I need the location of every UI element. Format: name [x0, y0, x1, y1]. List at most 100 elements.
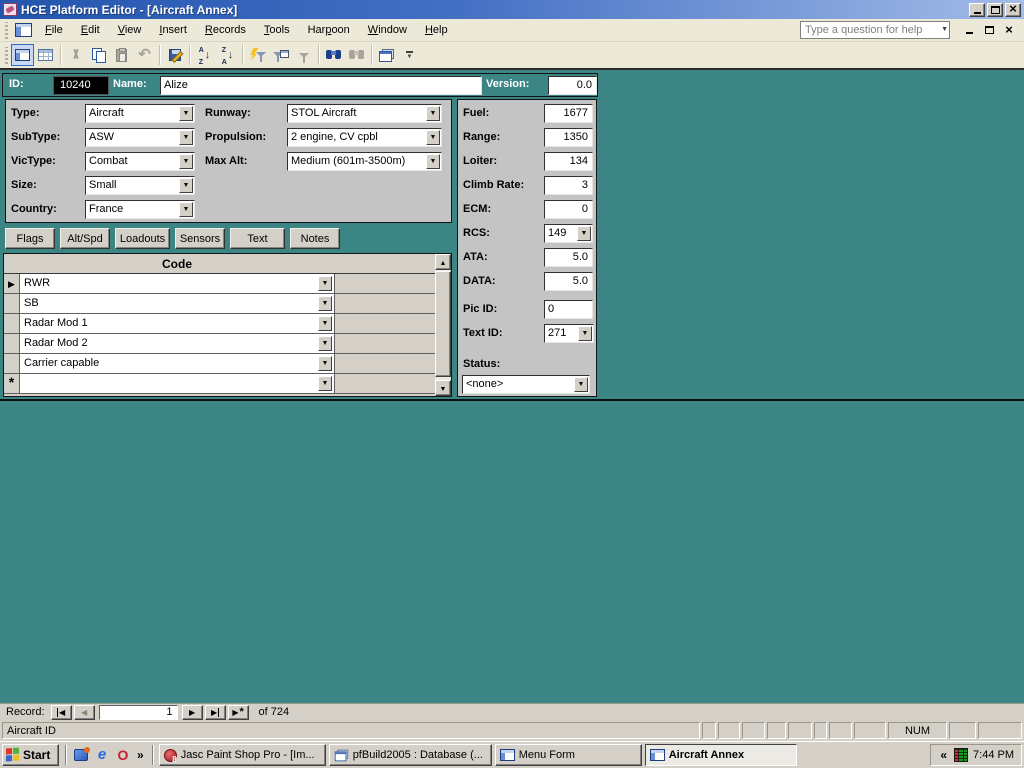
loiter-field[interactable]: 134	[544, 152, 593, 171]
tab-notes[interactable]: Notes	[290, 228, 340, 249]
paste-button[interactable]	[110, 44, 133, 66]
help-search-input[interactable]	[800, 21, 950, 39]
climb-rate-field[interactable]: 3	[544, 176, 593, 195]
chevron-down-icon[interactable]	[318, 316, 332, 331]
record-selector[interactable]	[4, 334, 20, 354]
menu-tools[interactable]: Tools	[255, 21, 299, 39]
country-combo[interactable]: France	[85, 200, 195, 219]
database-window-button[interactable]	[375, 44, 398, 66]
tab-alt-spd[interactable]: Alt/Spd	[60, 228, 110, 249]
apply-filter-button[interactable]	[292, 44, 315, 66]
chevron-down-icon[interactable]	[577, 226, 591, 241]
copy-button[interactable]	[87, 44, 110, 66]
chevron-down-icon[interactable]	[318, 336, 332, 351]
code-combo[interactable]: SB	[20, 294, 334, 314]
close-button[interactable]	[1005, 3, 1021, 17]
find-button[interactable]	[322, 44, 345, 66]
menu-insert[interactable]: Insert	[150, 21, 196, 39]
record-selector[interactable]	[4, 314, 20, 334]
task-aircraft-annex[interactable]: Aircraft Annex	[645, 744, 797, 766]
app-icon[interactable]	[3, 3, 17, 16]
save-record-button[interactable]	[163, 44, 186, 66]
sort-ascending-button[interactable]	[193, 44, 216, 66]
restore-button[interactable]	[987, 3, 1003, 17]
subtype-combo[interactable]: ASW	[85, 128, 195, 147]
chevron-down-icon[interactable]	[578, 326, 592, 341]
form-view-button[interactable]	[11, 44, 34, 66]
tray-collapse-chevron[interactable]: «	[938, 748, 949, 762]
chevron-down-icon[interactable]	[179, 202, 193, 217]
filter-by-form-button[interactable]	[269, 44, 292, 66]
scroll-down-button[interactable]	[435, 380, 451, 396]
chevron-down-icon[interactable]	[318, 276, 332, 291]
pic-id-field[interactable]: 0	[544, 300, 593, 319]
previous-record-button[interactable]	[74, 705, 95, 720]
chevron-down-icon[interactable]	[426, 154, 440, 169]
menu-view[interactable]: View	[109, 21, 151, 39]
chevron-down-icon[interactable]	[179, 154, 193, 169]
menu-help[interactable]: Help	[416, 21, 457, 39]
child-restore-button[interactable]	[982, 24, 996, 37]
record-selector[interactable]	[4, 274, 20, 294]
code-combo[interactable]: Radar Mod 1	[20, 314, 334, 334]
propulsion-combo[interactable]: 2 engine, CV cpbl	[287, 128, 442, 147]
version-field[interactable]: 0.0	[548, 76, 597, 95]
undo-button[interactable]	[133, 44, 156, 66]
tab-flags[interactable]: Flags	[5, 228, 55, 249]
task-pfbuild-database[interactable]: pfBuild2005 : Database (...	[329, 744, 492, 766]
type-combo[interactable]: Aircraft	[85, 104, 195, 123]
menu-file[interactable]: File	[36, 21, 72, 39]
max-alt-combo[interactable]: Medium (601m-3500m)	[287, 152, 442, 171]
subform-scrollbar[interactable]	[435, 254, 451, 396]
record-number-input[interactable]	[99, 705, 178, 720]
menubar-grabber[interactable]	[5, 22, 8, 39]
chevron-down-icon[interactable]	[426, 106, 440, 121]
datasheet-view-button[interactable]	[34, 44, 57, 66]
network-meter-tray-icon[interactable]	[954, 748, 968, 762]
tab-loadouts[interactable]: Loadouts	[115, 228, 170, 249]
size-combo[interactable]: Small	[85, 176, 195, 195]
code-combo[interactable]: Radar Mod 2	[20, 334, 334, 354]
chevron-down-icon[interactable]	[574, 377, 588, 392]
range-field[interactable]: 1350	[544, 128, 593, 147]
scroll-up-button[interactable]	[435, 254, 451, 270]
task-menu-form[interactable]: Menu Form	[495, 744, 642, 766]
new-record-selector[interactable]	[4, 374, 20, 394]
victype-combo[interactable]: Combat	[85, 152, 195, 171]
filter-by-selection-button[interactable]	[246, 44, 269, 66]
quick-launch-mail-button[interactable]	[72, 746, 90, 764]
chevron-down-icon[interactable]	[179, 106, 193, 121]
name-field[interactable]: Alize	[160, 76, 482, 95]
scrollbar-thumb[interactable]	[435, 271, 451, 377]
find-next-button[interactable]	[345, 44, 368, 66]
quick-launch-overflow-chevron[interactable]: »	[135, 748, 146, 762]
id-field[interactable]: 10240	[53, 76, 109, 95]
code-combo[interactable]	[20, 374, 334, 394]
menu-harpoon[interactable]: Harpoon	[299, 21, 359, 39]
minimize-button[interactable]	[969, 3, 985, 17]
tab-sensors[interactable]: Sensors	[175, 228, 225, 249]
data-field[interactable]: 5.0	[544, 272, 593, 291]
text-id-combo[interactable]: 271	[544, 324, 594, 343]
new-record-button[interactable]	[228, 705, 249, 720]
fuel-field[interactable]: 1677	[544, 104, 593, 123]
quick-launch-internet-explorer-button[interactable]	[93, 746, 111, 764]
next-record-button[interactable]	[182, 705, 203, 720]
quick-launch-opera-button[interactable]	[114, 746, 132, 764]
ata-field[interactable]: 5.0	[544, 248, 593, 267]
menu-edit[interactable]: Edit	[72, 21, 109, 39]
menu-window[interactable]: Window	[359, 21, 416, 39]
child-minimize-button[interactable]	[962, 24, 976, 37]
child-close-button[interactable]	[1002, 24, 1016, 37]
chevron-down-icon[interactable]	[318, 376, 332, 391]
chevron-down-icon[interactable]	[318, 356, 332, 371]
code-combo[interactable]: Carrier capable	[20, 354, 334, 374]
menu-records[interactable]: Records	[196, 21, 255, 39]
ecm-field[interactable]: 0	[544, 200, 593, 219]
sort-descending-button[interactable]	[216, 44, 239, 66]
last-record-button[interactable]	[205, 705, 226, 720]
chevron-down-icon[interactable]	[426, 130, 440, 145]
chevron-down-icon[interactable]	[179, 178, 193, 193]
toolbar-options-button[interactable]	[398, 44, 421, 66]
form-system-menu-icon[interactable]	[15, 23, 32, 37]
